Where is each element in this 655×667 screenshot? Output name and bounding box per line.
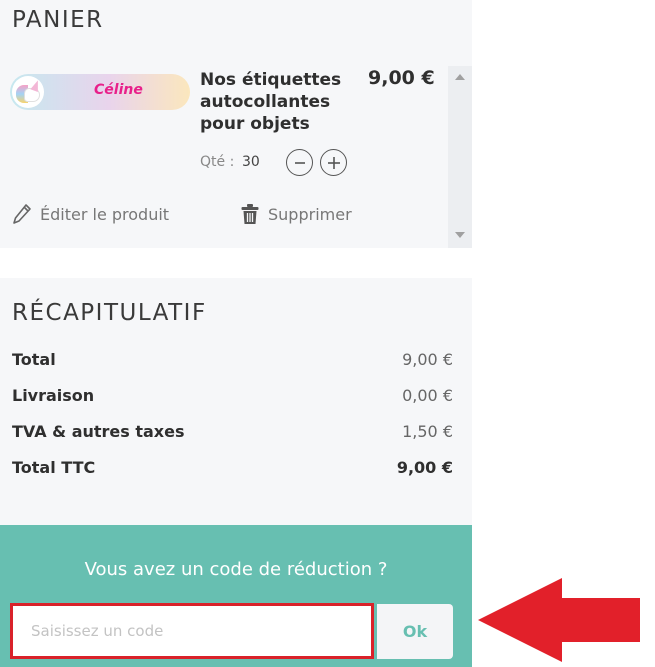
- promo-submit-button[interactable]: Ok: [377, 604, 453, 659]
- summary-row-total-ttc: Total TTC 9,00 €: [12, 458, 453, 482]
- delete-product-button[interactable]: Supprimer: [240, 203, 352, 225]
- summary-value: 1,50 €: [402, 422, 453, 441]
- plus-icon: [327, 156, 340, 169]
- summary-label: Total: [12, 350, 56, 369]
- product-name[interactable]: Nos étiquettes autocollantes pour objets: [200, 69, 355, 135]
- thumbnail-name: Céline: [94, 82, 143, 98]
- trash-icon: [241, 204, 259, 224]
- product-thumbnail[interactable]: Céline: [10, 74, 190, 110]
- unicorn-icon: [12, 76, 44, 108]
- cart-scrollbar[interactable]: [448, 66, 472, 248]
- pencil-icon: [13, 204, 31, 224]
- minus-icon: [294, 161, 305, 164]
- delete-product-label: Supprimer: [268, 204, 352, 224]
- quantity-increase-button[interactable]: [320, 149, 347, 176]
- edit-product-button[interactable]: Éditer le produit: [12, 203, 169, 225]
- summary-value: 9,00 €: [396, 458, 453, 477]
- edit-product-label: Éditer le produit: [40, 204, 170, 224]
- summary-panel: RÉCAPITULATIF Total 9,00 € Livraison 0,0…: [0, 278, 472, 525]
- cart-title: PANIER: [12, 7, 104, 33]
- summary-row-shipping: Livraison 0,00 €: [12, 386, 453, 410]
- summary-row-total: Total 9,00 €: [12, 350, 453, 374]
- cart-panel: PANIER Céline Nos étiquettes autocollant…: [0, 0, 472, 248]
- quantity-value: 30: [242, 154, 260, 170]
- summary-label: Livraison: [12, 386, 95, 405]
- scroll-down-icon[interactable]: [455, 232, 465, 238]
- promo-code-input[interactable]: [10, 603, 374, 659]
- summary-value: 0,00 €: [402, 386, 453, 405]
- summary-value: 9,00 €: [402, 350, 453, 369]
- summary-label: TVA & autres taxes: [12, 422, 185, 441]
- summary-label: Total TTC: [12, 458, 96, 477]
- scroll-up-icon[interactable]: [455, 74, 465, 80]
- promo-question: Vous avez un code de réduction ?: [84, 559, 388, 580]
- summary-row-taxes: TVA & autres taxes 1,50 €: [12, 422, 453, 446]
- summary-title: RÉCAPITULATIF: [12, 300, 207, 326]
- product-price: 9,00 €: [368, 67, 435, 89]
- quantity-label: Qté :: [200, 154, 235, 170]
- promo-code-panel: Vous avez un code de réduction ? Ok: [0, 525, 472, 667]
- arrow-left-icon: [478, 578, 640, 662]
- quantity-decrease-button[interactable]: [286, 149, 313, 176]
